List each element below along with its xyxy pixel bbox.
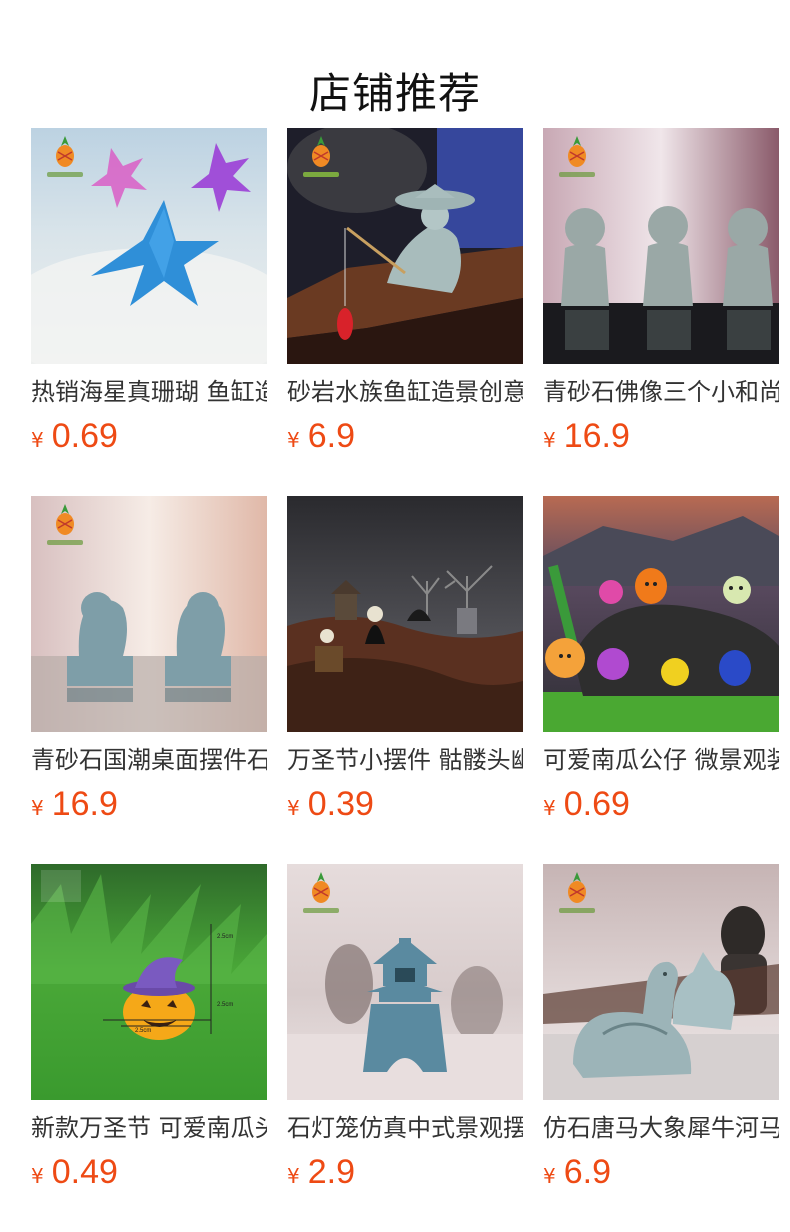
price-amount: 16.9 — [563, 417, 630, 455]
product-card[interactable]: 青砂石佛像三个小和尚摆件 ¥16.9 — [543, 128, 779, 455]
product-price: ¥0.69 — [31, 414, 118, 458]
product-image-starfish[interactable] — [31, 128, 267, 364]
price-amount: 0.69 — [51, 417, 118, 455]
product-image-pumpkins[interactable] — [543, 496, 779, 732]
product-name[interactable]: 新款万圣节 可爱南瓜头摆件 — [31, 1110, 267, 1146]
price-amount: 0.69 — [563, 785, 630, 823]
product-name[interactable]: 热销海星真珊瑚 鱼缸造景装饰 — [31, 374, 267, 410]
currency-symbol: ¥ — [543, 796, 556, 820]
product-image-wizard-pumpkin[interactable]: 2.5cm 2.5cm 2.5cm — [31, 864, 267, 1100]
product-name[interactable]: 仿石唐马大象犀牛河马摆件 — [543, 1110, 779, 1146]
currency-symbol: ¥ — [287, 428, 300, 452]
product-price: ¥0.49 — [31, 1150, 118, 1194]
product-card[interactable]: 热销海星真珊瑚 鱼缸造景装饰 ¥0.69 — [31, 128, 267, 455]
pineapple-logo-icon — [47, 504, 83, 545]
product-price: ¥16.9 — [31, 782, 118, 826]
price-amount: 16.9 — [51, 785, 118, 823]
pineapple-logo-icon — [559, 136, 595, 177]
price-amount: 2.9 — [307, 1153, 355, 1191]
product-name[interactable]: 青砂石佛像三个小和尚摆件 — [543, 374, 779, 410]
product-card[interactable]: 青砂石国潮桌面摆件石狮子 ¥16.9 — [31, 496, 267, 823]
product-name[interactable]: 万圣节小摆件 骷髅头幽灵 — [287, 742, 523, 778]
product-image-lions[interactable] — [31, 496, 267, 732]
wizard-pumpkin-image: 2.5cm 2.5cm 2.5cm — [31, 864, 267, 1100]
price-amount: 0.39 — [307, 785, 374, 823]
product-card[interactable]: 仿石唐马大象犀牛河马摆件 ¥6.9 — [543, 864, 779, 1191]
dimension-label: 2.5cm — [217, 934, 233, 940]
price-amount: 0.49 — [51, 1153, 118, 1191]
pineapple-logo-icon — [559, 872, 595, 913]
currency-symbol: ¥ — [31, 1164, 44, 1188]
cute-pumpkins-image — [543, 496, 779, 732]
product-price: ¥6.9 — [543, 1150, 611, 1194]
product-price: ¥0.69 — [543, 782, 630, 826]
product-price: ¥6.9 — [287, 414, 355, 458]
currency-symbol: ¥ — [543, 428, 556, 452]
product-image-horse[interactable] — [543, 864, 779, 1100]
page-title: 店铺推荐 — [308, 69, 481, 119]
price-amount: 6.9 — [563, 1153, 611, 1191]
product-name[interactable]: 砂岩水族鱼缸造景创意摆件 — [287, 374, 523, 410]
price-amount: 6.9 — [307, 417, 355, 455]
currency-symbol: ¥ — [287, 796, 300, 820]
product-image-monks[interactable] — [543, 128, 779, 364]
halloween-scene-image — [287, 496, 523, 732]
product-price: ¥0.39 — [287, 782, 374, 826]
currency-symbol: ¥ — [31, 796, 44, 820]
product-name[interactable]: 石灯笼仿真中式景观摆件 — [287, 1110, 523, 1146]
pineapple-logo-icon — [303, 136, 339, 177]
product-image-halloween[interactable] — [287, 496, 523, 732]
product-name[interactable]: 可爱南瓜公仔 微景观装饰 — [543, 742, 779, 778]
currency-symbol: ¥ — [287, 1164, 300, 1188]
product-card[interactable]: 可爱南瓜公仔 微景观装饰 ¥0.69 — [543, 496, 779, 823]
currency-symbol: ¥ — [543, 1164, 556, 1188]
product-image-lantern[interactable] — [287, 864, 523, 1100]
product-image-fisherman[interactable] — [287, 128, 523, 364]
product-card[interactable]: 砂岩水族鱼缸造景创意摆件 ¥6.9 — [287, 128, 523, 455]
product-price: ¥2.9 — [287, 1150, 355, 1194]
product-card[interactable]: 万圣节小摆件 骷髅头幽灵 ¥0.39 — [287, 496, 523, 823]
product-card[interactable]: 2.5cm 2.5cm 2.5cm 新款万圣节 可爱南瓜头摆件 ¥0.49 — [31, 864, 267, 1191]
product-name[interactable]: 青砂石国潮桌面摆件石狮子 — [31, 742, 267, 778]
product-price: ¥16.9 — [543, 414, 630, 458]
pineapple-logo-icon — [47, 136, 83, 177]
pineapple-logo-icon — [303, 872, 339, 913]
dimension-label: 2.5cm — [217, 1002, 233, 1008]
currency-symbol: ¥ — [31, 428, 44, 452]
dimension-label: 2.5cm — [135, 1028, 151, 1034]
product-card[interactable]: 石灯笼仿真中式景观摆件 ¥2.9 — [287, 864, 523, 1191]
